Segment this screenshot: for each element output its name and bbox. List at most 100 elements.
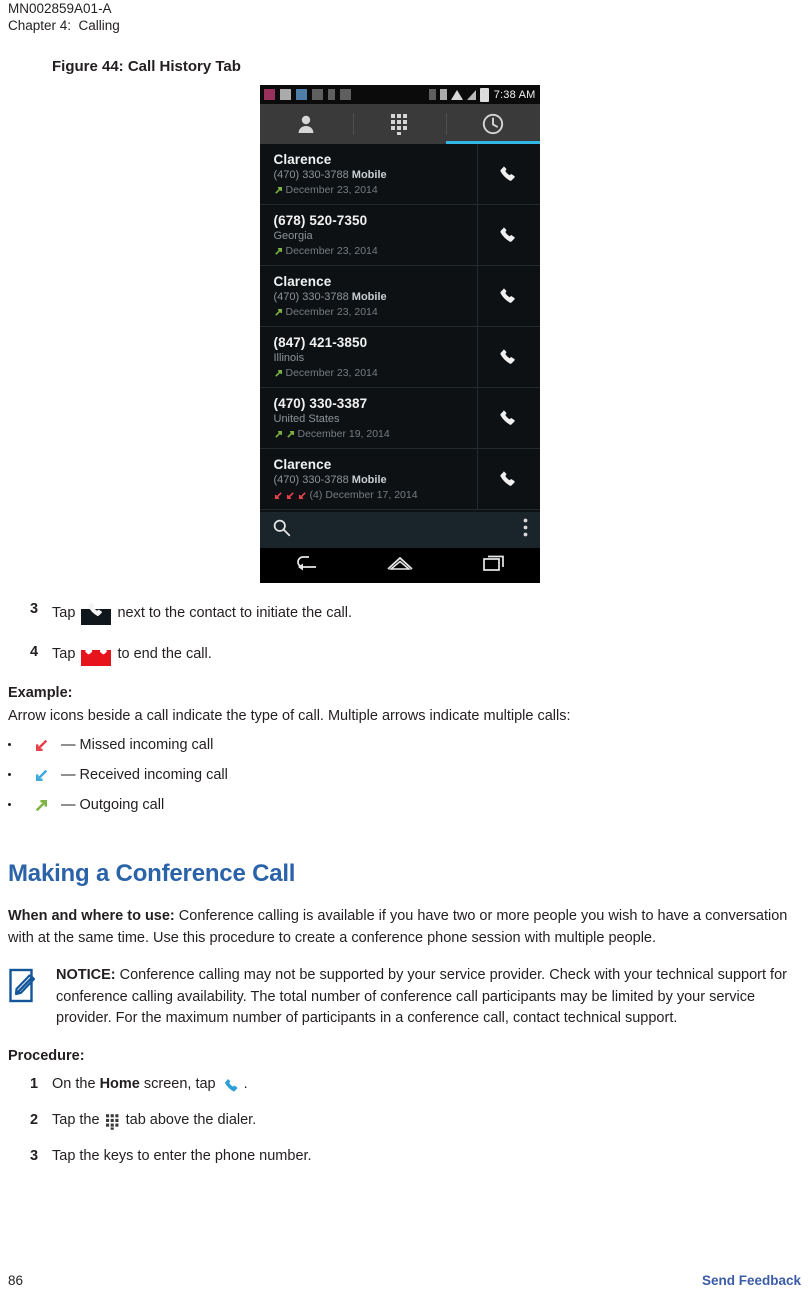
step-text-post: next to the contact to initiate the call… — [113, 605, 353, 621]
call-number: Illinois — [273, 352, 305, 364]
procedure-label: Procedure: — [8, 1047, 85, 1064]
notice-pencil-icon — [8, 965, 46, 1030]
call-number: Georgia — [273, 230, 313, 242]
call-back-button[interactable] — [476, 388, 540, 448]
search-icon[interactable] — [272, 518, 291, 542]
outgoing-call-arrow-icon — [34, 798, 49, 813]
bullet-dot-icon — [8, 803, 11, 806]
chapter-label: Chapter 4: Calling — [8, 18, 120, 33]
step-text-pre: Tap — [52, 646, 80, 662]
send-feedback-link[interactable]: Send Feedback — [702, 1273, 801, 1288]
sim-icon — [339, 89, 351, 100]
list-item: 1 On the Home screen, tap . — [8, 1074, 801, 1099]
figure-image-wrap: 7:38 AM Clarence (470) 330-3788 Mobile D… — [0, 85, 801, 583]
call-date: December 23, 2014 — [285, 367, 378, 379]
person-icon — [297, 114, 315, 134]
call-number-type: Mobile — [351, 291, 387, 303]
call-back-button[interactable] — [476, 327, 540, 387]
step-text: On the Home screen, tap . — [52, 1074, 801, 1099]
example-label-text: Example: — [8, 685, 73, 701]
step-text-mid: screen, tap — [139, 1075, 220, 1092]
step-text: Tap the keys to enter the phone number. — [52, 1147, 312, 1164]
call-back-button[interactable] — [476, 144, 540, 204]
missed-call-arrow-icon — [298, 491, 306, 499]
vibrate-icon — [439, 89, 447, 100]
phone-handset-icon — [500, 166, 515, 181]
phone-nav-bar — [259, 548, 540, 582]
top-steps-list: 3 Tap next to the contact to initiate th… — [8, 599, 801, 669]
overflow-menu-icon[interactable] — [523, 518, 528, 542]
table-row[interactable]: (678) 520-7350 Georgia December 23, 2014 — [259, 205, 540, 266]
missed-call-arrow-icon — [286, 491, 294, 499]
step-text: Tap to end the call. — [52, 642, 801, 669]
call-date: December 23, 2014 — [285, 245, 378, 257]
list-item: 3 Tap next to the contact to initiate th… — [8, 599, 801, 628]
step-text-bold: Home — [99, 1075, 140, 1092]
recents-icon[interactable] — [481, 553, 507, 578]
wifi-icon — [450, 89, 463, 100]
phone-handset-icon — [500, 471, 515, 486]
running-header: MN002859A01-A Chapter 4: Calling — [8, 0, 120, 34]
call-date: December 19, 2014 — [297, 428, 390, 440]
step-text: Tap next to the contact to initiate the … — [52, 599, 801, 628]
table-row[interactable]: Clarence (470) 330-3788 Mobile December … — [259, 266, 540, 327]
step-text: Tap the tab above the dialer. — [52, 1110, 801, 1135]
zero-icon — [428, 89, 436, 100]
dialpad-icon — [105, 1113, 120, 1135]
document-id: MN002859A01-A — [8, 1, 112, 16]
list-item: — Received incoming call — [8, 765, 801, 786]
step-number: 3 — [30, 601, 39, 617]
page-content: Figure 44: Call History Tab 7:38 AM Clar… — [8, 58, 801, 1178]
table-row[interactable]: Clarence (470) 330-3788 Mobile December … — [259, 144, 540, 205]
phone-handset-icon — [500, 410, 515, 425]
app-grid-icon — [263, 89, 275, 100]
when-and-where-paragraph: When and where to use: Conference callin… — [8, 906, 801, 949]
outgoing-call-arrow-icon — [274, 308, 282, 316]
phone-handset-icon — [500, 349, 515, 364]
contacts-tab[interactable] — [260, 104, 353, 144]
outgoing-call-arrow-icon — [274, 430, 282, 438]
notice-text: NOTICE: Conference calling may not be su… — [56, 965, 801, 1030]
phone-screenshot: 7:38 AM Clarence (470) 330-3788 Mobile D… — [259, 85, 540, 583]
history-tab[interactable] — [446, 104, 539, 144]
call-back-button[interactable] — [476, 266, 540, 326]
table-row[interactable]: Clarence (470) 330-3788 Mobile (4) Decem… — [259, 449, 540, 510]
home-icon[interactable] — [385, 553, 415, 578]
table-row[interactable]: (847) 421-3850 Illinois December 23, 201… — [259, 327, 540, 388]
end-call-icon — [81, 642, 112, 669]
signal-icon — [466, 89, 476, 100]
call-number-type: Mobile — [351, 474, 387, 486]
step-number: 3 — [30, 1147, 39, 1164]
outgoing-call-arrow-icon — [274, 186, 282, 194]
received-call-arrow-icon — [34, 768, 49, 783]
page-footer: 86 Send Feedback — [8, 1273, 801, 1288]
call-back-button[interactable] — [476, 449, 540, 509]
example-intro: Arrow icons beside a call indicate the t… — [8, 708, 571, 724]
legend-label: — Missed incoming call — [61, 737, 214, 753]
phone-status-bar: 7:38 AM — [259, 85, 540, 104]
call-number-type: Mobile — [351, 169, 387, 181]
call-back-button[interactable] — [476, 205, 540, 265]
blue-phone-icon — [222, 1077, 242, 1099]
step-text-pre: Tap the — [52, 1111, 104, 1128]
call-number: United States — [273, 413, 340, 425]
legend-label: — Outgoing call — [61, 797, 165, 813]
when-and-where-label: When and where to use: — [8, 908, 175, 924]
battery-icon — [479, 87, 489, 102]
dialpad-tab[interactable] — [352, 104, 446, 144]
step-number: 1 — [30, 1075, 39, 1092]
step-text-post: to end the call. — [113, 646, 212, 662]
missed-call-arrow-icon — [274, 491, 282, 499]
back-icon[interactable] — [292, 553, 320, 578]
procedure-steps: 1 On the Home screen, tap . 2 Tap the ta… — [8, 1074, 801, 1167]
outgoing-call-arrow-icon — [274, 247, 282, 255]
table-row[interactable]: (470) 330-3387 United States December 19… — [259, 388, 540, 449]
outgoing-call-arrow-icon — [286, 430, 294, 438]
call-date: December 23, 2014 — [285, 184, 378, 196]
call-history-list: Clarence (470) 330-3788 Mobile December … — [259, 144, 540, 512]
step-number: 2 — [30, 1111, 39, 1128]
screenshot-icon — [279, 89, 291, 100]
phone-handset-icon — [81, 599, 112, 628]
question-icon — [327, 89, 335, 100]
legend-label: — Received incoming call — [61, 767, 228, 783]
